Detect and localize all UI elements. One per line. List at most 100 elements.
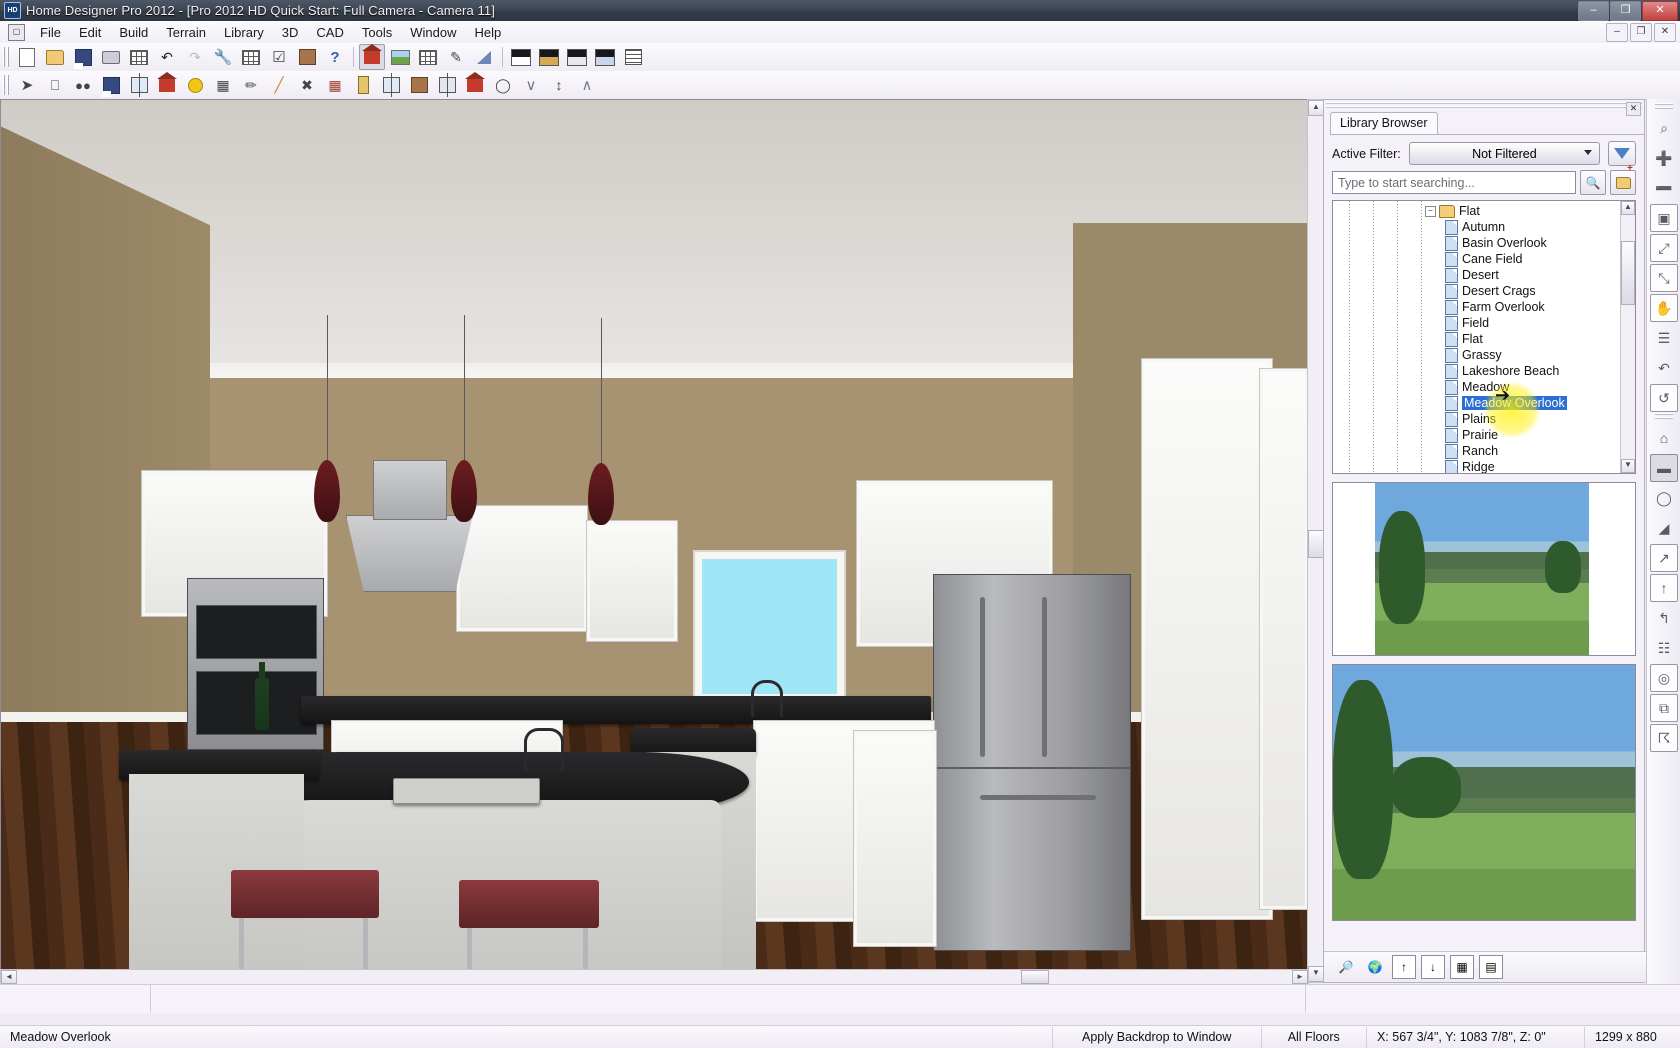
point-marker-icon[interactable]: ◎ [1650,664,1678,692]
library-panel-grip[interactable] [1326,102,1642,110]
tree-item-meadow[interactable]: Meadow [1333,379,1635,395]
save-plan-icon[interactable] [70,44,96,70]
library-browser-icon[interactable] [294,44,320,70]
terrain-perimeter-icon[interactable] [154,72,180,98]
scroll-left-button[interactable]: ◄ [1,970,17,984]
tree-scroll-thumb[interactable] [1621,241,1635,305]
close-button[interactable]: ✕ [1642,1,1678,21]
auto-dimension-icon[interactable]: ↑ [1650,574,1678,602]
search-icon[interactable]: 🔍 [1580,170,1606,195]
roof-icon[interactable] [462,72,488,98]
mouse-orbit-icon[interactable]: ⎕ [42,72,68,98]
angular-dimension-icon[interactable]: ↰ [1650,604,1678,632]
tree-item-flat[interactable]: Flat [1333,331,1635,347]
material-stripes-icon[interactable]: ╱ [266,72,292,98]
tree-item-ridge[interactable]: Ridge [1333,459,1635,474]
vtoolbar-grip[interactable] [1655,103,1673,110]
tree-vertical-scrollbar[interactable]: ▲ ▼ [1620,201,1635,473]
pan-hand-icon[interactable]: ✋ [1650,294,1678,322]
sun-angle-icon[interactable] [182,72,208,98]
cross-section-slice-icon[interactable]: ▦ [1450,955,1474,979]
undo-icon[interactable]: ↶ [154,44,180,70]
room-divider-icon[interactable]: ◯ [1650,484,1678,512]
menu-help[interactable]: Help [465,23,510,42]
redo-icon[interactable]: ↷ [182,44,208,70]
refresh-display-icon[interactable]: ↺ [1650,384,1678,412]
place-above-icon[interactable]: ↑ [1392,955,1416,979]
scroll-down-button[interactable]: ▼ [1308,966,1324,982]
tree-item-ranch[interactable]: Ranch [1333,443,1635,459]
roof-plane-icon[interactable]: ⌂ [1650,424,1678,452]
preview-search-icon[interactable]: 🔎 [1334,955,1358,979]
backdrop-preview-small[interactable] [1332,482,1636,656]
framing-overview-icon[interactable] [620,44,646,70]
spray-material-icon[interactable]: ▦ [210,72,236,98]
print-preview-icon[interactable] [126,44,152,70]
undo-zoom-icon[interactable]: ↶ [1650,354,1678,382]
menu-library[interactable]: Library [215,23,273,42]
material-painter-icon[interactable]: ✎ [443,44,469,70]
measure-globe-icon[interactable]: 🌍 [1363,955,1387,979]
door-icon[interactable] [350,72,376,98]
dimension-line-icon[interactable]: ↗ [1650,544,1678,572]
tree-item-farm-overlook[interactable]: Farm Overlook [1333,299,1635,315]
cross-section-icon[interactable] [415,44,441,70]
chevron-down-icon[interactable]: ∨ [518,72,544,98]
preferences-wrench-icon[interactable]: 🔧 [210,44,236,70]
tree-item-autumn[interactable]: Autumn [1333,219,1635,235]
tree-item-prairie[interactable]: Prairie [1333,427,1635,443]
save-camera-icon[interactable] [98,72,124,98]
open-plan-icon[interactable] [42,44,68,70]
3d-kitchen-render[interactable] [0,99,1309,983]
print-icon[interactable] [98,44,124,70]
zoom-tool-icon[interactable]: ⌕ [1650,114,1678,142]
command-field-1[interactable] [0,985,151,1012]
full-camera-icon[interactable] [508,44,534,70]
tree-item-lakeshore-beach[interactable]: Lakeshore Beach [1333,363,1635,379]
toolbar-grip[interactable] [3,47,10,67]
vertical-scroll-thumb[interactable] [1308,530,1324,558]
delete-surface-icon[interactable]: ✖ [294,72,320,98]
scroll-up-button[interactable]: ▲ [1308,100,1324,116]
doll-house-view-icon[interactable] [592,44,618,70]
menu-terrain[interactable]: Terrain [157,23,215,42]
wall-tool-icon[interactable]: ▬ [1650,454,1678,482]
floor-plan-view-icon[interactable] [359,44,385,70]
center-on-selection-icon[interactable]: ⤡ [1650,264,1678,292]
layers-icon[interactable]: ☰ [1650,324,1678,352]
minimize-button[interactable]: – [1578,1,1609,21]
properties-icon[interactable]: ▤ [1479,955,1503,979]
tree-expander[interactable]: − [1425,206,1436,217]
tree-item-desert-crags[interactable]: Desert Crags [1333,283,1635,299]
tree-node-flat-root[interactable]: − Flat [1333,203,1635,219]
grid-snap-icon[interactable]: ☷ [1650,634,1678,662]
adjust-lights-icon[interactable] [126,72,152,98]
menu-3d[interactable]: 3D [273,23,308,42]
mdi-close-button[interactable]: ✕ [1654,23,1676,42]
eyedropper-icon[interactable]: ✏ [238,72,264,98]
menu-cad[interactable]: CAD [307,23,352,42]
rays-icon[interactable]: ☈ [1650,724,1678,752]
maximize-button[interactable]: ❐ [1610,1,1641,21]
tree-item-grassy[interactable]: Grassy [1333,347,1635,363]
help-icon[interactable]: ? [322,44,348,70]
appliance-icon[interactable] [434,72,460,98]
ruler-icon[interactable] [471,44,497,70]
cabinet-icon[interactable] [406,72,432,98]
backdrop-icon[interactable]: ▦ [322,72,348,98]
select-objects-icon[interactable]: ➤ [14,72,40,98]
menu-edit[interactable]: Edit [70,23,110,42]
search-input[interactable]: Type to start searching... [1332,171,1576,194]
new-plan-icon[interactable] [14,44,40,70]
menu-file[interactable]: File [31,23,70,42]
fill-window-building-icon[interactable]: ⤢ [1650,234,1678,262]
viewport-horizontal-scrollbar[interactable]: ◄ ► [0,969,1309,985]
place-below-icon[interactable]: ↓ [1421,955,1445,979]
scroll-right-button[interactable]: ► [1292,970,1308,984]
dimension-icon[interactable]: ↕ [546,72,572,98]
command-field-2[interactable] [150,985,1306,1012]
library-tree[interactable]: − Flat Autumn Basin Overlook Cane Field [1332,200,1636,474]
horizontal-scroll-thumb[interactable] [1021,970,1049,984]
tree-item-basin-overlook[interactable]: Basin Overlook [1333,235,1635,251]
terrain-view-icon[interactable] [387,44,413,70]
